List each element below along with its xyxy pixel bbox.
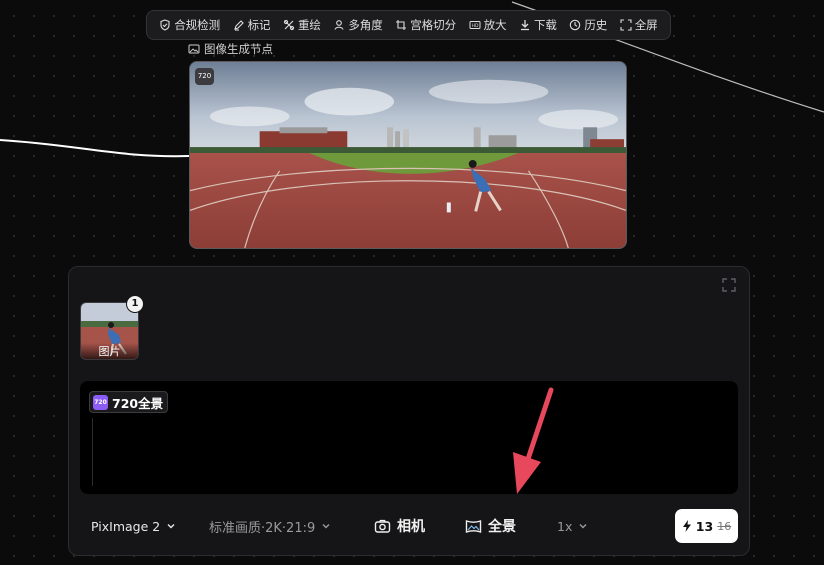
expand-icon[interactable] xyxy=(721,277,737,293)
toolbar-label: 下载 xyxy=(533,18,557,32)
multi-angle-icon xyxy=(334,20,344,30)
toolbar-label: 合规检测 xyxy=(174,18,221,32)
toolbar-history-button[interactable]: 历史 xyxy=(569,17,607,33)
chevron-down-icon xyxy=(167,524,175,529)
panorama-button[interactable]: 全景 xyxy=(465,507,516,545)
toolbar-label: 宫格切分 xyxy=(410,18,457,32)
tag-label: 720全景 xyxy=(112,395,164,411)
input-wire xyxy=(0,139,190,158)
generation-panel: 图片 1 720 720全景 PixImage 2 标准画质·2K·21:9 相… xyxy=(68,266,750,556)
crop-grid-icon xyxy=(396,20,407,30)
toolbar-grid-split-button[interactable]: 宫格切分 xyxy=(395,17,456,33)
toolbar-label: 标记 xyxy=(247,18,271,32)
toolbar-repaint-button[interactable]: 重绘 xyxy=(283,17,321,33)
toolbar-label: 重绘 xyxy=(297,18,321,32)
pen-marker-icon xyxy=(233,20,244,31)
node-toolbar: 合规检测 标记 重绘 多角度 宫格切分 HD 放大 下载 历史 全屏 xyxy=(146,10,671,40)
panorama-720-badge: 720 xyxy=(195,68,214,85)
toolbar-label: 全屏 xyxy=(634,18,658,32)
shield-check-icon xyxy=(160,19,170,31)
quality-label: 标准画质·2K·21:9 xyxy=(209,520,316,536)
chevron-down-icon xyxy=(579,524,587,529)
repaint-icon xyxy=(283,19,295,31)
toolbar-label: 放大 xyxy=(483,18,507,32)
quality-select[interactable]: 标准画质·2K·21:9 xyxy=(209,507,331,545)
download-icon xyxy=(520,20,529,31)
image-count-badge: 1 xyxy=(126,295,144,313)
model-label: PixImage 2 xyxy=(91,518,161,534)
toolbar-fullscreen-button[interactable]: 全屏 xyxy=(620,17,658,33)
node-title: 图像生成节点 xyxy=(188,41,273,57)
history-clock-icon xyxy=(570,19,581,31)
generate-cost: 13 xyxy=(695,518,714,534)
thumbnail-label: 图片 xyxy=(81,343,138,359)
control-bar: PixImage 2 标准画质·2K·21:9 相机 全景 1x 13 16 xyxy=(69,507,749,545)
camera-button[interactable]: 相机 xyxy=(374,507,425,545)
toolbar-mark-button[interactable]: 标记 xyxy=(233,17,271,33)
image-icon xyxy=(188,44,200,54)
panorama-label: 全景 xyxy=(488,519,516,535)
prompt-input-area[interactable]: 720 720全景 xyxy=(80,381,738,494)
panorama-720-icon: 720 xyxy=(93,394,108,410)
toolbar-multi-angle-button[interactable]: 多角度 xyxy=(333,17,383,33)
generate-button[interactable]: 13 16 xyxy=(675,509,738,543)
toolbar-compliance-button[interactable]: 合规检测 xyxy=(159,17,220,33)
panorama-scene xyxy=(190,62,626,248)
camera-icon xyxy=(374,519,391,533)
lightning-icon xyxy=(682,520,691,532)
multiplier-label: 1x xyxy=(557,518,573,534)
panorama-icon xyxy=(465,519,482,533)
svg-text:HD: HD xyxy=(471,23,478,29)
node-title-text: 图像生成节点 xyxy=(204,42,273,56)
multiplier-select[interactable]: 1x xyxy=(557,507,588,545)
toolbar-label: 多角度 xyxy=(348,18,383,32)
text-caret xyxy=(92,418,93,486)
panorama-720-tag[interactable]: 720 720全景 xyxy=(89,391,169,413)
toolbar-upscale-button[interactable]: HD 放大 xyxy=(469,17,507,33)
hd-upscale-icon: HD xyxy=(469,21,481,29)
toolbar-download-button[interactable]: 下载 xyxy=(519,17,557,33)
chevron-down-icon xyxy=(322,524,330,529)
generate-original-cost: 16 xyxy=(717,519,732,533)
camera-label: 相机 xyxy=(397,519,425,535)
model-select[interactable]: PixImage 2 xyxy=(91,507,176,545)
panorama-preview-image[interactable]: 720 xyxy=(189,61,627,249)
fullscreen-icon xyxy=(620,19,632,31)
toolbar-label: 历史 xyxy=(584,18,608,32)
